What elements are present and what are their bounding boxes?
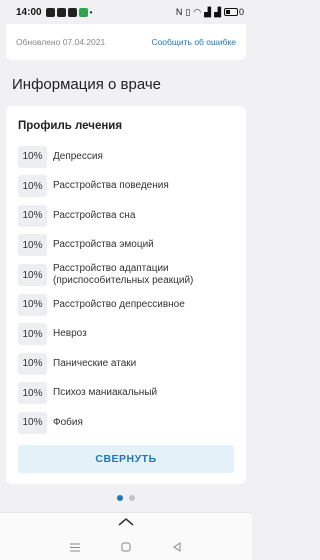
percent-badge: 10% [18, 234, 47, 257]
list-item: 10% Расстройства сна [18, 201, 234, 231]
app-icon [78, 7, 88, 17]
card-title: Профиль лечения [18, 120, 123, 132]
percent-badge: 10% [18, 293, 47, 316]
wifi-icon: ◠ [193, 6, 202, 17]
page-dot-active[interactable] [117, 495, 123, 501]
item-label: Расстройства сна [53, 209, 136, 221]
list-item: 10% Психоз маниакальный [18, 379, 234, 409]
system-navbar [0, 534, 252, 560]
chevron-up-icon[interactable] [118, 518, 134, 526]
message-icon [67, 7, 77, 17]
signal-icon: ▟ [214, 6, 221, 17]
item-label: Расстройства эмоций [53, 239, 154, 251]
item-label: Расстройство депрессивное [53, 298, 185, 310]
percent-badge: 10% [18, 145, 47, 168]
percent-badge: 10% [18, 264, 47, 286]
report-error-link[interactable]: Сообщить об ошибке [151, 37, 236, 47]
page-dot[interactable] [129, 495, 135, 501]
vibrate-icon: ▯ [185, 6, 191, 17]
battery-level: 0 [238, 7, 244, 17]
percent-badge: 10% [18, 411, 47, 434]
list-item: 10% Расстройства эмоций [18, 231, 234, 261]
dot-icon: • [89, 7, 93, 17]
percent-badge: 10% [18, 382, 47, 405]
status-bar: 14:00 • N ▯ ◠ ▟ ▟ 0 [0, 0, 252, 24]
nfc-icon: N [175, 7, 183, 17]
percent-badge: 10% [18, 323, 47, 346]
mail-icon [45, 7, 55, 17]
item-label: Фобия [53, 416, 83, 428]
list-item: 10% Депрессия [18, 142, 234, 172]
page-indicator [0, 495, 252, 501]
list-item: 10% Расстройства поведения [18, 172, 234, 202]
menu-icon[interactable] [68, 541, 82, 553]
battery-icon: 0 [223, 7, 244, 17]
list-item: 10% Панические атаки [18, 349, 234, 379]
home-icon[interactable] [119, 541, 133, 553]
list-item: 10% Расстройство депрессивное [18, 290, 234, 320]
item-label: Панические атаки [53, 357, 137, 369]
treatment-profile-card: Профиль лечения 10% Депрессия 10% Расстр… [6, 106, 246, 484]
item-label: Депрессия [53, 150, 103, 162]
item-label: Расстройство адаптации (приспособительны… [53, 263, 194, 286]
review-footer-card: Обновлено 07.04.2021 Сообщить об ошибке [6, 24, 246, 60]
list-item: 10% Расстройство адаптации (приспособите… [18, 260, 234, 290]
item-label: Психоз маниакальный [53, 387, 158, 399]
mail-icon [56, 7, 66, 17]
percent-badge: 10% [18, 352, 47, 375]
section-title: Информация о враче [12, 76, 161, 93]
item-label: Невроз [53, 328, 87, 340]
back-icon[interactable] [170, 541, 184, 553]
item-label: Расстройства поведения [53, 180, 169, 192]
updated-date: Обновлено 07.04.2021 [16, 37, 106, 47]
list-item: 10% Невроз [18, 320, 234, 350]
status-time: 14:00 [16, 6, 42, 18]
signal-icon: ▟ [204, 6, 212, 17]
battery-shape [223, 8, 238, 16]
system-icons: N ▯ ◠ ▟ ▟ 0 [176, 7, 244, 18]
percent-badge: 10% [18, 175, 47, 198]
percent-badge: 10% [18, 204, 47, 227]
collapse-button[interactable]: СВЕРНУТЬ [18, 445, 234, 473]
notification-icons: • [45, 7, 93, 17]
list-item: 10% Фобия [18, 408, 234, 438]
